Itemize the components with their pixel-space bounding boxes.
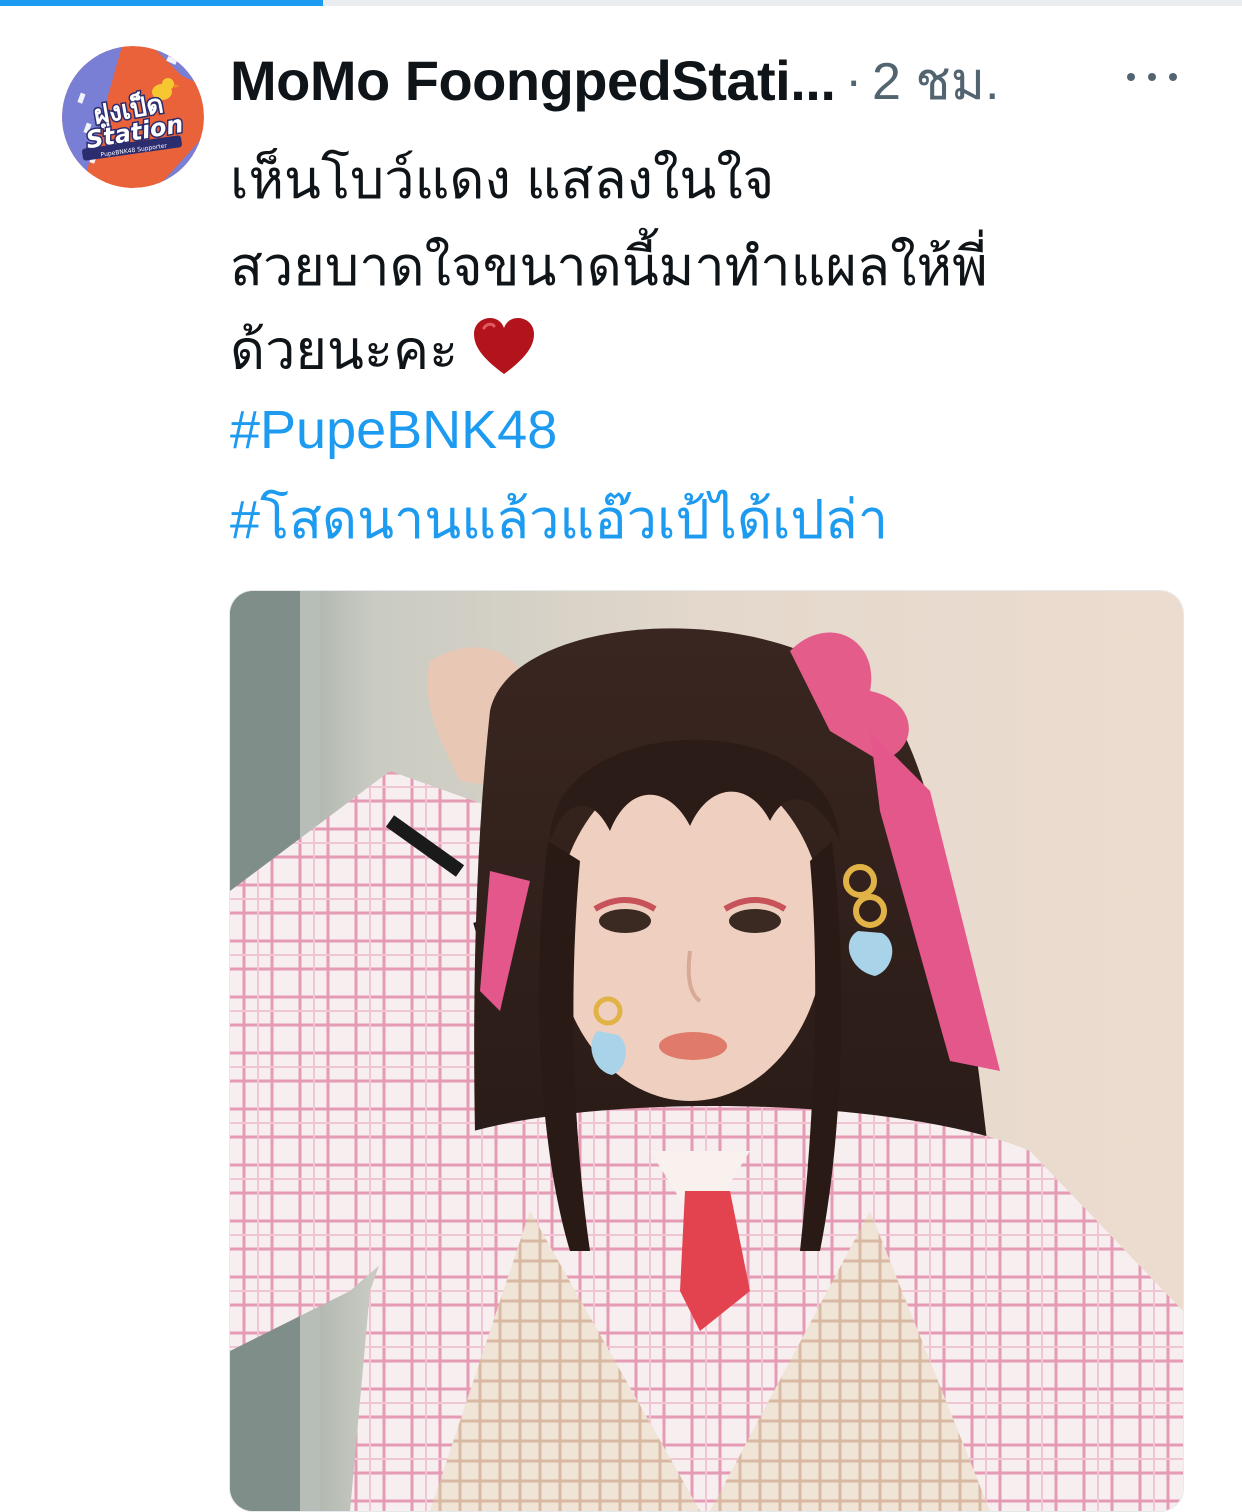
- tweet-text-line: เห็นโบว์แดง แสลงในใจ: [230, 150, 775, 210]
- tweet-header: MoMo FoongpedStati... · 2 ชม.: [230, 40, 1190, 120]
- dot: [1127, 73, 1135, 81]
- tweet-text-line-3: ด้วยนะคะ: [230, 318, 536, 390]
- hashtag-link[interactable]: #โสดนานแล้วแอ๊วเป้ได้เปล่า: [230, 488, 888, 552]
- more-options-icon[interactable]: [1127, 60, 1177, 94]
- dot: [1169, 73, 1177, 81]
- portrait-photo: [230, 591, 1183, 1511]
- header-separator: ·: [845, 52, 863, 108]
- hashtag-link[interactable]: #PupeBNK48: [230, 398, 557, 462]
- tweet-text: ด้วยนะคะ: [230, 320, 459, 381]
- timestamp[interactable]: 2 ชม.: [872, 39, 999, 122]
- tweet-photo[interactable]: [229, 590, 1184, 1512]
- avatar[interactable]: ฝูงเป็ด Station PupeBNK48 Supporter: [62, 46, 204, 188]
- dot: [1148, 73, 1156, 81]
- tweet-text-line: สวยบาดใจขนาดนี้มาทำแผลให้พี่: [230, 237, 988, 297]
- tweet[interactable]: ฝูงเป็ด Station PupeBNK48 Supporter MoMo…: [0, 0, 1242, 1512]
- station-logo: ฝูงเป็ด Station PupeBNK48 Supporter: [62, 46, 204, 188]
- display-name[interactable]: MoMo FoongpedStati...: [230, 48, 836, 113]
- heart-icon: [472, 318, 536, 390]
